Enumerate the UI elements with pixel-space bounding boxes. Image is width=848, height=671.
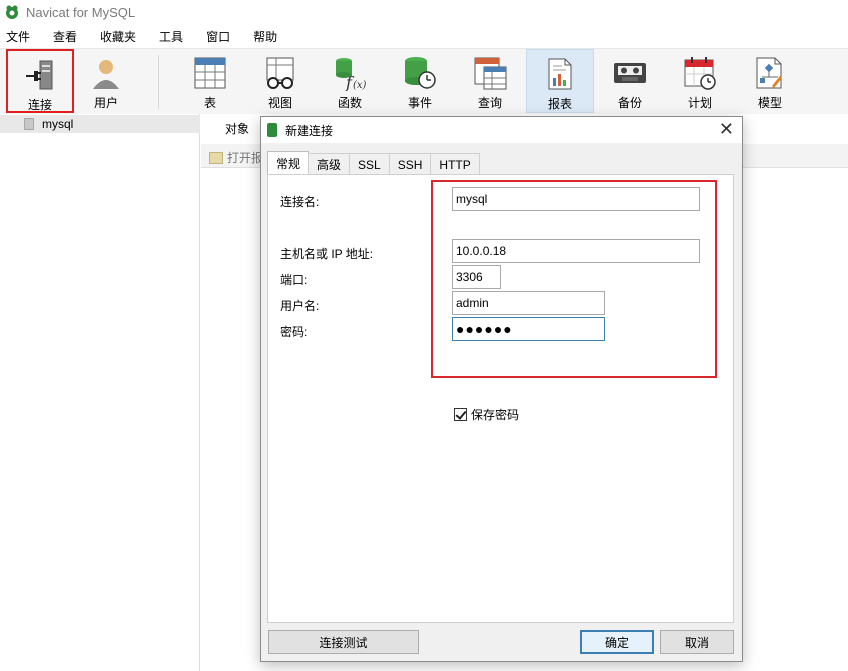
model-icon <box>752 55 788 91</box>
toolbar-report-label: 报表 <box>547 97 572 111</box>
svg-text:(x): (x) <box>353 80 367 91</box>
connection-name-label: 连接名: <box>280 195 320 209</box>
tab-ssl[interactable]: SSL <box>349 153 390 175</box>
open-report-button[interactable]: 打开报 <box>209 149 263 166</box>
ok-button[interactable]: 确定 <box>580 630 654 654</box>
navicat-logo-icon <box>6 5 18 19</box>
toolbar-query-button[interactable]: 查询 <box>456 49 524 113</box>
database-icon <box>24 118 34 130</box>
menu-window[interactable]: 窗口 <box>206 28 230 45</box>
toolbar-model-button[interactable]: 模型 <box>736 49 804 113</box>
toolbar-connect-label: 连接 <box>27 98 52 112</box>
toolbar-schedule-button[interactable]: 计划 <box>666 49 734 113</box>
annotation-highlight-box <box>431 180 717 378</box>
host-label: 主机名或 IP 地址: <box>280 247 374 261</box>
connection-tree: mysql <box>0 114 200 671</box>
toolbar-view-button[interactable]: 视图 <box>246 49 314 113</box>
tree-item-mysql[interactable]: mysql <box>0 115 200 133</box>
dialog-title: 新建连接 <box>285 123 334 138</box>
report-icon <box>542 56 578 92</box>
tab-advanced[interactable]: 高级 <box>308 153 351 175</box>
toolbar-view-label: 视图 <box>267 96 292 110</box>
toolbar-user-label: 用户 <box>93 96 118 110</box>
calendar-icon <box>682 55 718 91</box>
open-report-label: 打开报 <box>227 151 264 165</box>
table-icon <box>192 55 228 91</box>
test-connection-button[interactable]: 连接测试 <box>268 630 419 654</box>
password-label: 密码: <box>280 325 308 339</box>
menu-favorites[interactable]: 收藏夹 <box>100 28 136 45</box>
tab-objects[interactable]: 对象 <box>225 120 249 137</box>
toolbar-schedule-label: 计划 <box>687 96 712 110</box>
toolbar-function-button[interactable]: f (x) 函数 <box>316 49 384 113</box>
toolbar-user-button[interactable]: 用户 <box>72 49 140 113</box>
folder-icon <box>209 151 223 164</box>
toolbar-report-button[interactable]: 报表 <box>526 49 594 113</box>
view-glasses-icon <box>262 55 298 91</box>
menu-bar: 文件 查看 收藏夹 工具 窗口 帮助 <box>0 24 848 48</box>
port-label: 端口: <box>280 273 308 287</box>
tree-item-label: mysql <box>42 117 74 131</box>
dialog-title-bar: 新建连接 ✕ <box>261 117 742 143</box>
toolbar-table-button[interactable]: 表 <box>176 49 244 113</box>
tab-general[interactable]: 常规 <box>267 151 310 175</box>
toolbar-event-button[interactable]: 事件 <box>386 49 454 113</box>
menu-file[interactable]: 文件 <box>6 28 30 45</box>
username-label: 用户名: <box>280 299 320 313</box>
save-password-row[interactable]: 保存密码 <box>454 406 519 423</box>
toolbar-connect-button[interactable]: 连接 <box>6 49 74 113</box>
tab-http[interactable]: HTTP <box>430 153 480 175</box>
main-toolbar: 连接 用户 表 视图 f (x) 函数 事件 查询 报表 备份 计划 模型 <box>0 48 848 114</box>
cancel-button[interactable]: 取消 <box>660 630 734 654</box>
save-password-label: 保存密码 <box>471 408 520 422</box>
close-icon[interactable]: ✕ <box>719 120 734 138</box>
menu-help[interactable]: 帮助 <box>253 28 277 45</box>
window-title: Navicat for MySQL <box>26 4 136 20</box>
save-password-checkbox[interactable] <box>454 408 467 421</box>
connection-icon <box>267 123 277 137</box>
toolbar-function-label: 函数 <box>337 96 362 110</box>
toolbar-event-label: 事件 <box>407 96 432 110</box>
title-bar: Navicat for MySQL <box>0 0 848 24</box>
query-icon <box>472 55 508 91</box>
toolbar-query-label: 查询 <box>477 96 502 110</box>
toolbar-table-label: 表 <box>203 96 216 110</box>
toolbar-backup-button[interactable]: 备份 <box>596 49 664 113</box>
tab-ssh[interactable]: SSH <box>388 153 432 175</box>
function-icon: f (x) <box>332 55 368 91</box>
dialog-tabs: 常规 高级 SSL SSH HTTP <box>267 151 480 175</box>
plug-server-icon <box>22 57 58 93</box>
menu-tools[interactable]: 工具 <box>159 28 183 45</box>
toolbar-backup-label: 备份 <box>617 96 642 110</box>
toolbar-separator <box>158 55 159 109</box>
toolbar-model-label: 模型 <box>757 96 782 110</box>
user-icon <box>88 55 124 91</box>
menu-view[interactable]: 查看 <box>53 28 77 45</box>
backup-tape-icon <box>612 55 648 91</box>
event-clock-icon <box>402 55 438 91</box>
